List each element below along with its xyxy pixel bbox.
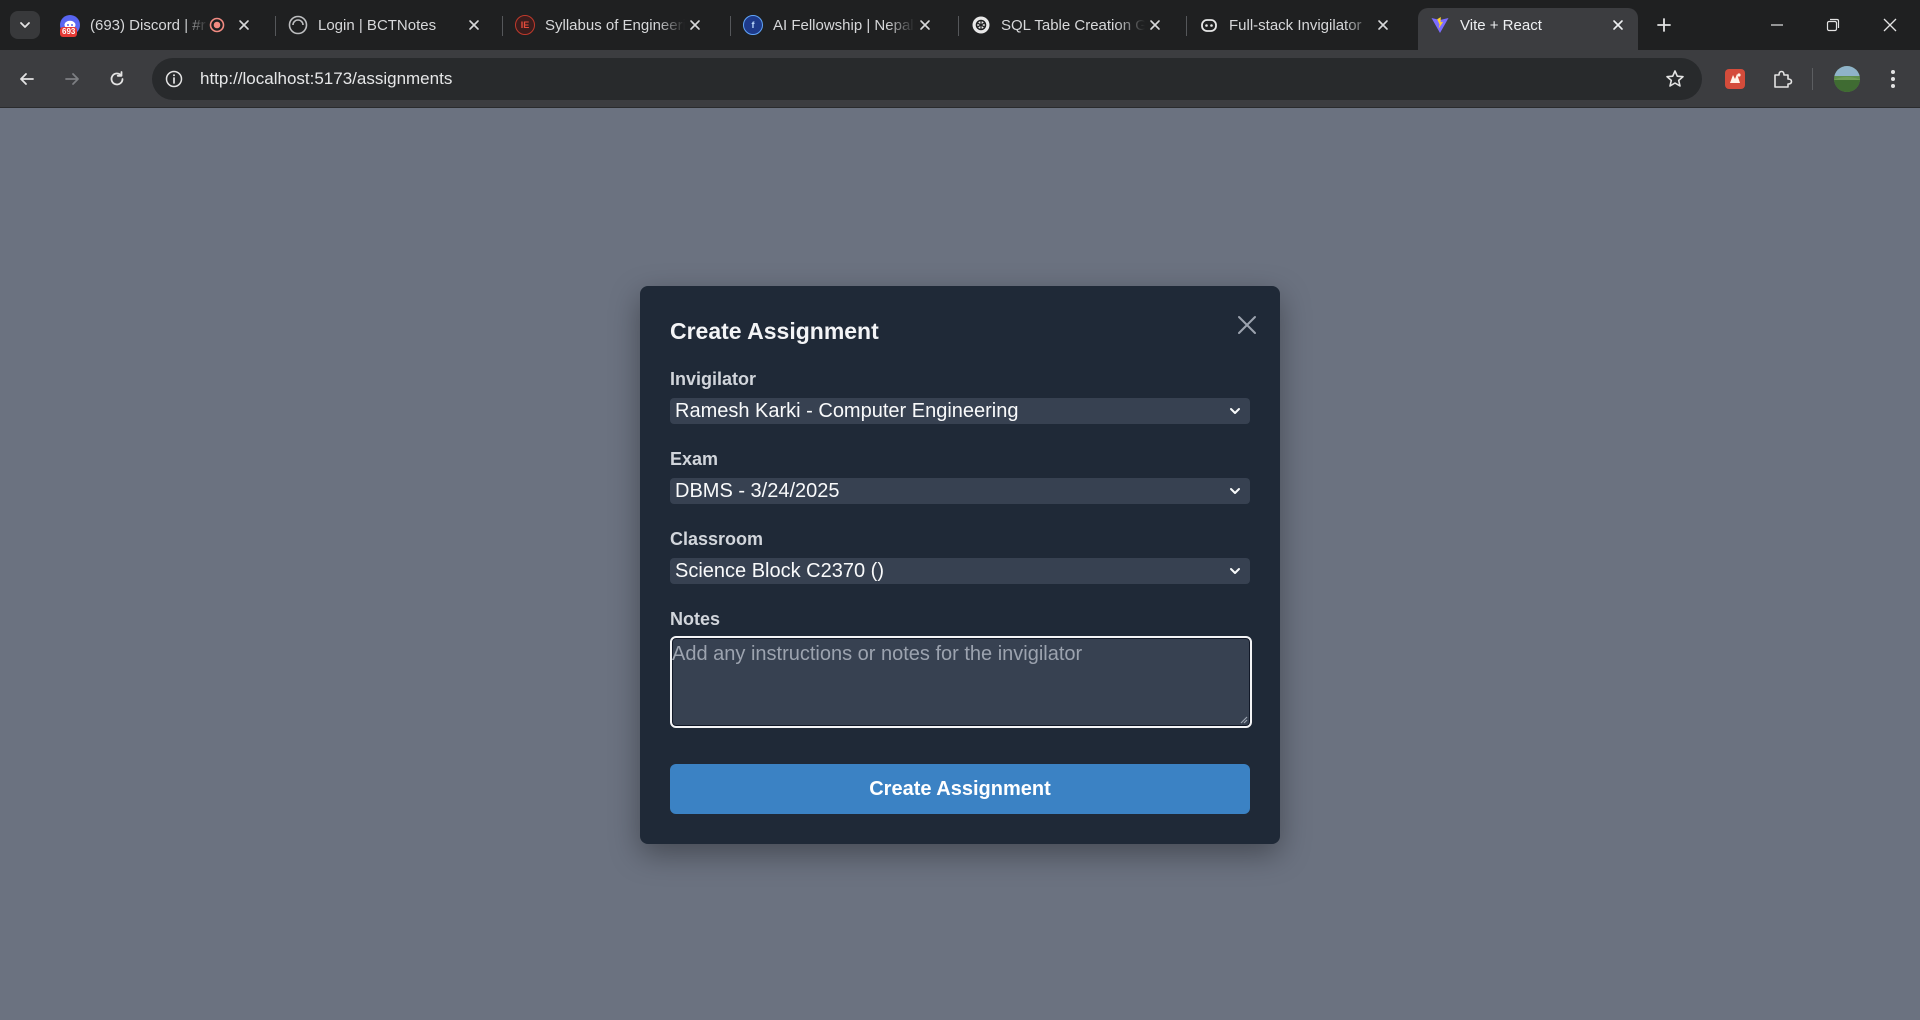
site-info-icon[interactable] <box>160 65 188 93</box>
tab-close-icon[interactable] <box>685 15 705 35</box>
reload-button[interactable] <box>102 64 132 94</box>
tab-sql-table[interactable]: SQL Table Creation Guide <box>959 8 1177 42</box>
copilot-icon <box>1199 15 1219 35</box>
browser-menu-icon[interactable] <box>1878 64 1908 94</box>
tab-strip: 693 (693) Discord | #r Login | BCTNotes … <box>0 0 1920 50</box>
invigilator-label: Invigilator <box>670 369 757 389</box>
invigilator-selected-value: Ramesh Karki - Computer Engineering <box>675 399 1019 422</box>
tab-discord[interactable]: 693 (693) Discord | #r <box>48 8 266 42</box>
plus-icon <box>1657 18 1671 32</box>
tab-title: Vite + React <box>1460 16 1542 34</box>
tab-title: SQL Table Creation Guide <box>1001 16 1145 34</box>
arrow-left-icon <box>20 73 34 85</box>
tab-close-icon[interactable] <box>1608 15 1628 35</box>
invigilator-select[interactable]: Ramesh Karki - Computer Engineering <box>670 398 1250 424</box>
exam-selected-value: DBMS - 3/24/2025 <box>675 479 840 502</box>
browser-toolbar: http://localhost:5173/assignments <box>0 50 1920 108</box>
tab-title: Syllabus of Engineering <box>545 16 685 34</box>
tab-close-icon[interactable] <box>464 15 484 35</box>
close-icon <box>1883 18 1897 32</box>
restore-button[interactable] <box>1820 12 1846 38</box>
classroom-label: Classroom <box>670 529 764 549</box>
minimize-icon <box>1771 24 1783 26</box>
new-tab-button[interactable] <box>1652 13 1676 37</box>
notes-placeholder: Add any instructions or notes for the in… <box>672 643 1083 665</box>
recording-icon <box>208 16 226 34</box>
notes-textarea[interactable]: Add any instructions or notes for the in… <box>670 636 1252 728</box>
classroom-select[interactable]: Science Block C2370 () <box>670 558 1250 584</box>
address-bar[interactable]: http://localhost:5173/assignments <box>152 58 1702 100</box>
tab-title: AI Fellowship | Nepal <box>773 16 914 34</box>
tab-close-icon[interactable] <box>1145 15 1165 35</box>
back-button[interactable] <box>12 64 42 94</box>
arrow-right-icon <box>65 73 79 85</box>
extension-red-icon[interactable] <box>1720 64 1750 94</box>
chevron-down-icon <box>20 22 30 28</box>
restore-icon <box>1826 18 1840 32</box>
tab-search-button[interactable] <box>10 11 40 39</box>
tab-syllabus[interactable]: IE Syllabus of Engineering <box>503 8 721 42</box>
url-text[interactable]: http://localhost:5173/assignments <box>200 69 452 89</box>
vite-logo-icon <box>1430 15 1450 35</box>
extensions-puzzle-icon[interactable] <box>1767 64 1797 94</box>
exam-label: Exam <box>670 449 719 469</box>
notes-label: Notes <box>670 609 721 629</box>
chevron-down-icon <box>1230 408 1240 414</box>
profile-avatar[interactable] <box>1832 64 1862 94</box>
window-close-button[interactable] <box>1877 12 1903 38</box>
minimize-button[interactable] <box>1764 12 1790 38</box>
classroom-selected-value: Science Block C2370 () <box>675 559 884 582</box>
ioe-logo-icon: IE <box>515 15 535 35</box>
close-icon <box>1238 316 1256 334</box>
forward-button[interactable] <box>57 64 87 94</box>
chatgpt-icon <box>971 15 991 35</box>
discord-icon: 693 <box>60 15 80 37</box>
tab-vite-react[interactable]: Vite + React <box>1418 8 1638 50</box>
tab-title: Login | BCTNotes <box>318 16 437 34</box>
bookmark-star-icon[interactable] <box>1664 68 1686 90</box>
tab-bctnotes[interactable]: Login | BCTNotes <box>276 8 494 42</box>
notification-badge: 693 <box>60 27 78 37</box>
globe-icon <box>288 15 308 35</box>
tab-close-icon[interactable] <box>915 15 935 35</box>
fellowship-logo-icon: f <box>743 15 763 35</box>
tab-title: Full-stack Invigilator <box>1229 16 1362 34</box>
create-assignment-button[interactable]: Create Assignment <box>670 764 1250 814</box>
tab-full-stack[interactable]: Full-stack Invigilator <box>1187 8 1405 42</box>
resize-handle-icon[interactable] <box>1238 714 1248 724</box>
modal-close-button[interactable] <box>1232 310 1262 340</box>
tab-ai-fellowship[interactable]: f AI Fellowship | Nepal <box>731 8 949 42</box>
tab-close-icon[interactable] <box>1373 15 1393 35</box>
tab-close-icon[interactable] <box>234 15 254 35</box>
reload-icon <box>110 71 124 86</box>
create-assignment-modal: Create Assignment Invigilator Ramesh Kar… <box>640 286 1280 844</box>
tab-title: (693) Discord | #r <box>90 16 206 34</box>
toolbar-separator <box>1812 68 1813 90</box>
chevron-down-icon <box>1230 568 1240 574</box>
exam-select[interactable]: DBMS - 3/24/2025 <box>670 478 1250 504</box>
modal-title: Create Assignment <box>670 318 879 344</box>
chevron-down-icon <box>1230 488 1240 494</box>
